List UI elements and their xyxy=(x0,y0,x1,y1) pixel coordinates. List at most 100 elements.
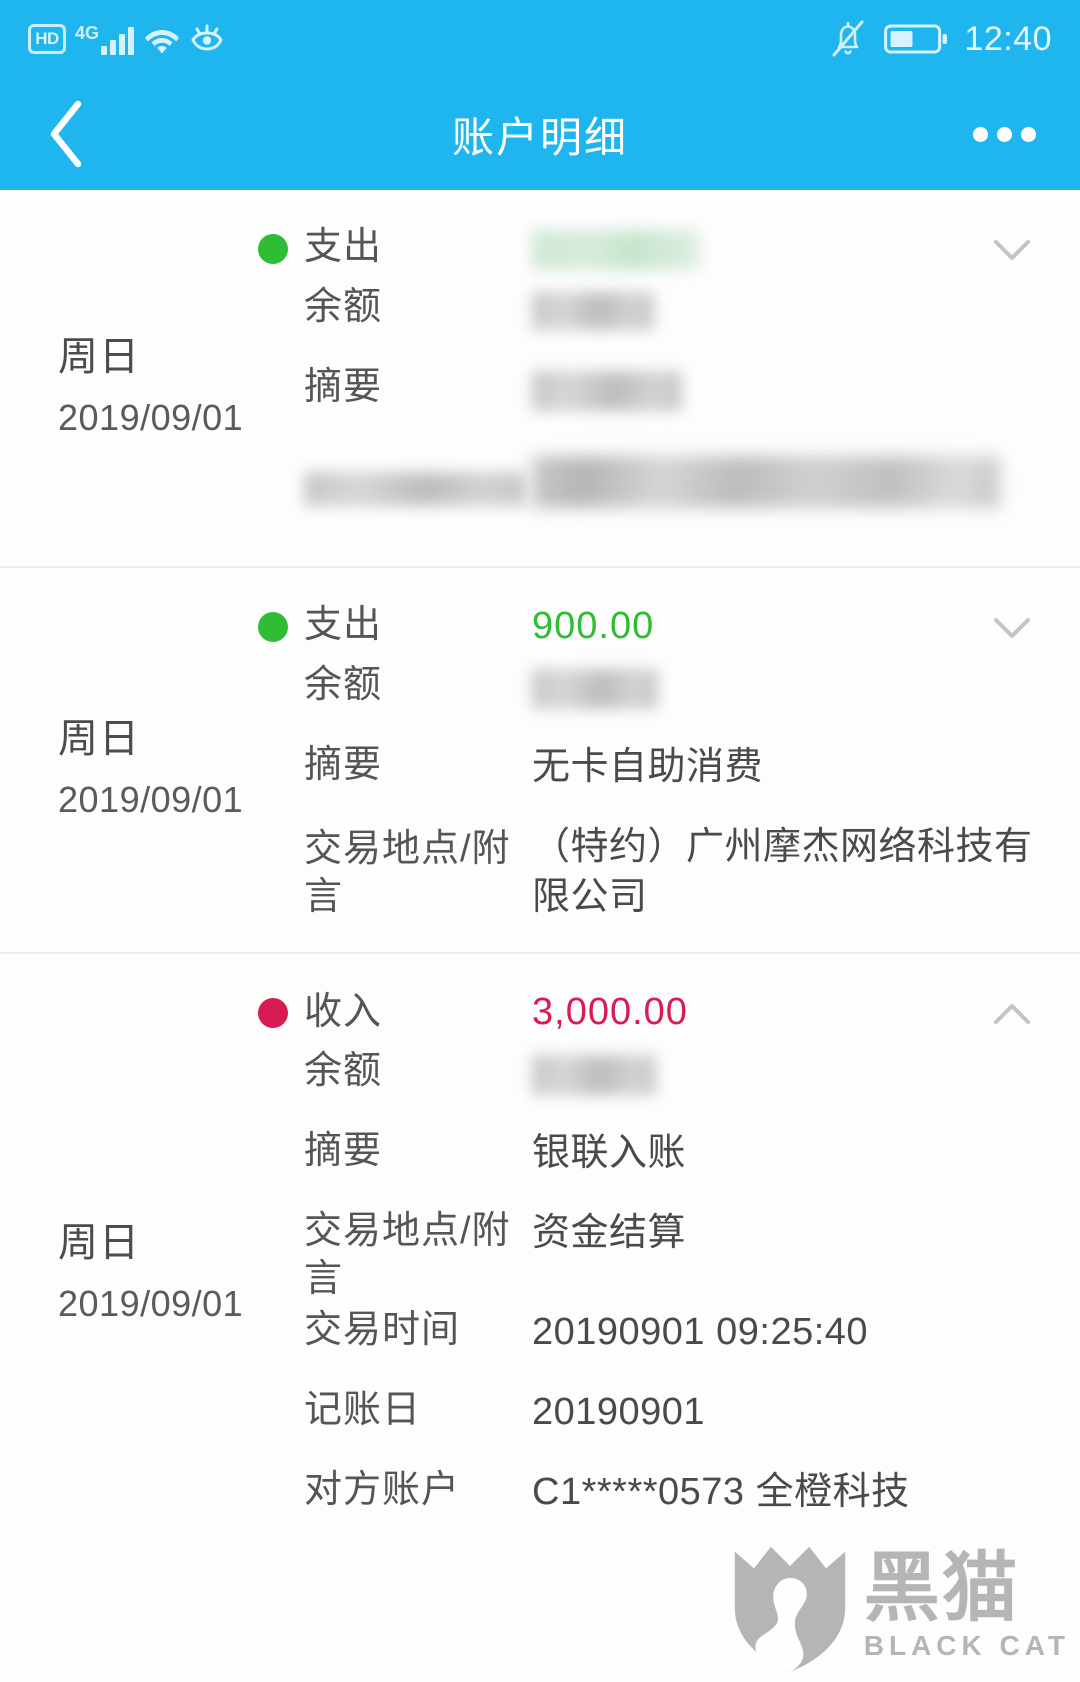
detail-label: 余额 xyxy=(304,664,383,706)
detail-label: 余额 xyxy=(304,286,383,328)
row-indent-spacer xyxy=(258,1050,288,1080)
detail-label xyxy=(304,444,532,512)
income-dot-icon xyxy=(258,998,288,1029)
transaction-type-row: 支出 900.00 xyxy=(258,594,1056,658)
transaction-amount: 900.00 xyxy=(532,604,655,647)
transaction-date-column: 周日 2019/09/01 xyxy=(0,980,258,1543)
detail-label: 摘要 xyxy=(304,366,383,408)
detail-value xyxy=(532,284,1056,334)
detail-value: 20190901 xyxy=(532,1391,706,1434)
back-button[interactable] xyxy=(44,99,104,169)
transaction-item[interactable]: 周日 2019/09/01 收入 3,000.00 余额 摘要 银联入账 交易地… xyxy=(0,952,1080,1573)
detail-label: 对方账户 xyxy=(304,1469,461,1512)
signal-bars-icon: 4G xyxy=(75,22,135,55)
row-indent-spacer xyxy=(258,286,288,316)
detail-row-summary: 摘要 银联入账 xyxy=(258,1124,1056,1204)
transaction-date: 2019/09/01 xyxy=(58,778,244,820)
row-indent-spacer xyxy=(258,824,288,854)
detail-row-counterparty: 对方账户 C1*****0573 全橙科技 xyxy=(258,1463,1056,1543)
detail-label: 交易地点/附言 xyxy=(304,1210,511,1300)
row-indent-spacer xyxy=(258,1130,288,1160)
detail-value xyxy=(532,662,1056,712)
chevron-up-icon xyxy=(994,1004,1030,1025)
detail-row-txn-time: 交易时间 20190901 09:25:40 xyxy=(258,1303,1056,1383)
eye-protection-icon xyxy=(191,24,223,51)
status-bar-right: 12:40 xyxy=(828,18,1052,60)
transaction-weekday: 周日 xyxy=(58,334,140,379)
more-dot xyxy=(973,126,988,142)
detail-value: 资金结算 xyxy=(532,1212,687,1255)
redacted-amount xyxy=(532,229,700,270)
detail-row-balance: 余额 xyxy=(258,280,1056,360)
expense-dot-icon xyxy=(258,234,288,264)
row-indent-spacer xyxy=(258,1469,288,1499)
collapse-toggle-button[interactable] xyxy=(986,988,1038,1040)
phone-screen: HD 4G 12:40 账户明细 周日 2019/09/01 支出 余额 摘要 … xyxy=(0,0,1080,1682)
watermark-en-label: BLACK CAT xyxy=(863,1629,1070,1661)
expense-dot-icon xyxy=(258,612,288,642)
detail-row-balance: 余额 xyxy=(258,658,1056,738)
more-options-button[interactable] xyxy=(973,126,1036,142)
transaction-date: 2019/09/01 xyxy=(58,396,244,438)
detail-row-post-date: 记账日 20190901 xyxy=(258,1383,1056,1463)
chevron-down-icon xyxy=(994,618,1030,638)
detail-label: 摘要 xyxy=(304,744,383,786)
row-indent-spacer xyxy=(258,1210,288,1240)
transaction-body: 收入 3,000.00 余额 摘要 银联入账 交易地点/附言 资金结算 交易时间… xyxy=(258,980,1080,1543)
transaction-type-label: 收入 xyxy=(304,990,383,1033)
detail-label: 记账日 xyxy=(304,1389,422,1432)
transaction-amount xyxy=(532,223,1056,273)
row-indent-spacer xyxy=(258,446,288,476)
detail-value xyxy=(532,444,1056,508)
detail-value xyxy=(532,364,1056,414)
redacted-label xyxy=(304,471,526,506)
detail-value: C1*****0573 全橙科技 xyxy=(532,1471,910,1514)
hd-icon: HD xyxy=(28,24,66,54)
status-bar-clock: 12:40 xyxy=(964,20,1052,58)
more-dot xyxy=(997,126,1012,142)
transaction-body: 支出 余额 摘要 xyxy=(258,216,1080,536)
detail-value: 无卡自助消费 xyxy=(532,746,764,788)
battery-icon xyxy=(884,24,948,54)
row-indent-spacer xyxy=(258,664,288,694)
expand-toggle-button[interactable] xyxy=(986,602,1038,654)
page-title: 账户明细 xyxy=(451,113,628,161)
detail-value: 20190901 09:25:40 xyxy=(532,1311,869,1354)
redacted-value xyxy=(532,668,658,709)
status-bar: HD 4G 12:40 xyxy=(0,0,1080,78)
chevron-down-icon xyxy=(994,240,1030,260)
wifi-icon xyxy=(145,30,180,54)
transaction-body: 支出 900.00 余额 摘要 无卡自助消费 交易地点/附言 （特约）广州摩杰网… xyxy=(258,594,1080,922)
mute-bell-icon xyxy=(832,20,864,57)
redacted-value xyxy=(532,1055,656,1096)
detail-row-redacted xyxy=(258,440,1056,536)
transaction-weekday: 周日 xyxy=(58,716,140,761)
transaction-date-column: 周日 2019/09/01 xyxy=(0,594,258,922)
transaction-date-column: 周日 2019/09/01 xyxy=(0,216,258,536)
transaction-item[interactable]: 周日 2019/09/01 支出 900.00 余额 摘要 无卡自助消费 交易地… xyxy=(0,566,1080,952)
detail-value: 银联入账 xyxy=(532,1132,687,1175)
transaction-type-label: 支出 xyxy=(304,604,383,647)
nav-bar: 账户明细 xyxy=(0,78,1080,190)
row-indent-spacer xyxy=(258,744,288,774)
detail-row-place: 交易地点/附言 资金结算 xyxy=(258,1204,1056,1303)
transaction-amount: 3,000.00 xyxy=(532,991,688,1034)
status-bar-left: HD 4G xyxy=(28,23,224,55)
detail-label: 交易地点/附言 xyxy=(304,828,511,918)
transaction-type-row: 支出 xyxy=(258,216,1056,280)
detail-value xyxy=(532,1048,1056,1098)
detail-value: （特约）广州摩杰网络科技有限公司 xyxy=(532,826,1033,919)
detail-row-summary: 摘要 xyxy=(258,360,1056,440)
more-dot xyxy=(1021,126,1036,142)
redacted-value xyxy=(532,370,682,411)
network-type-label: 4G xyxy=(75,22,100,43)
transaction-item[interactable]: 周日 2019/09/01 支出 余额 摘要 xyxy=(0,190,1080,566)
transaction-type-label: 支出 xyxy=(304,226,383,269)
transaction-type-row: 收入 3,000.00 xyxy=(258,980,1056,1044)
signal-strength-bars xyxy=(101,25,135,55)
expand-toggle-button[interactable] xyxy=(986,224,1038,276)
detail-label: 余额 xyxy=(304,1050,383,1093)
redacted-value xyxy=(532,291,654,330)
row-indent-spacer xyxy=(258,366,288,396)
chevron-left-icon xyxy=(50,100,82,168)
